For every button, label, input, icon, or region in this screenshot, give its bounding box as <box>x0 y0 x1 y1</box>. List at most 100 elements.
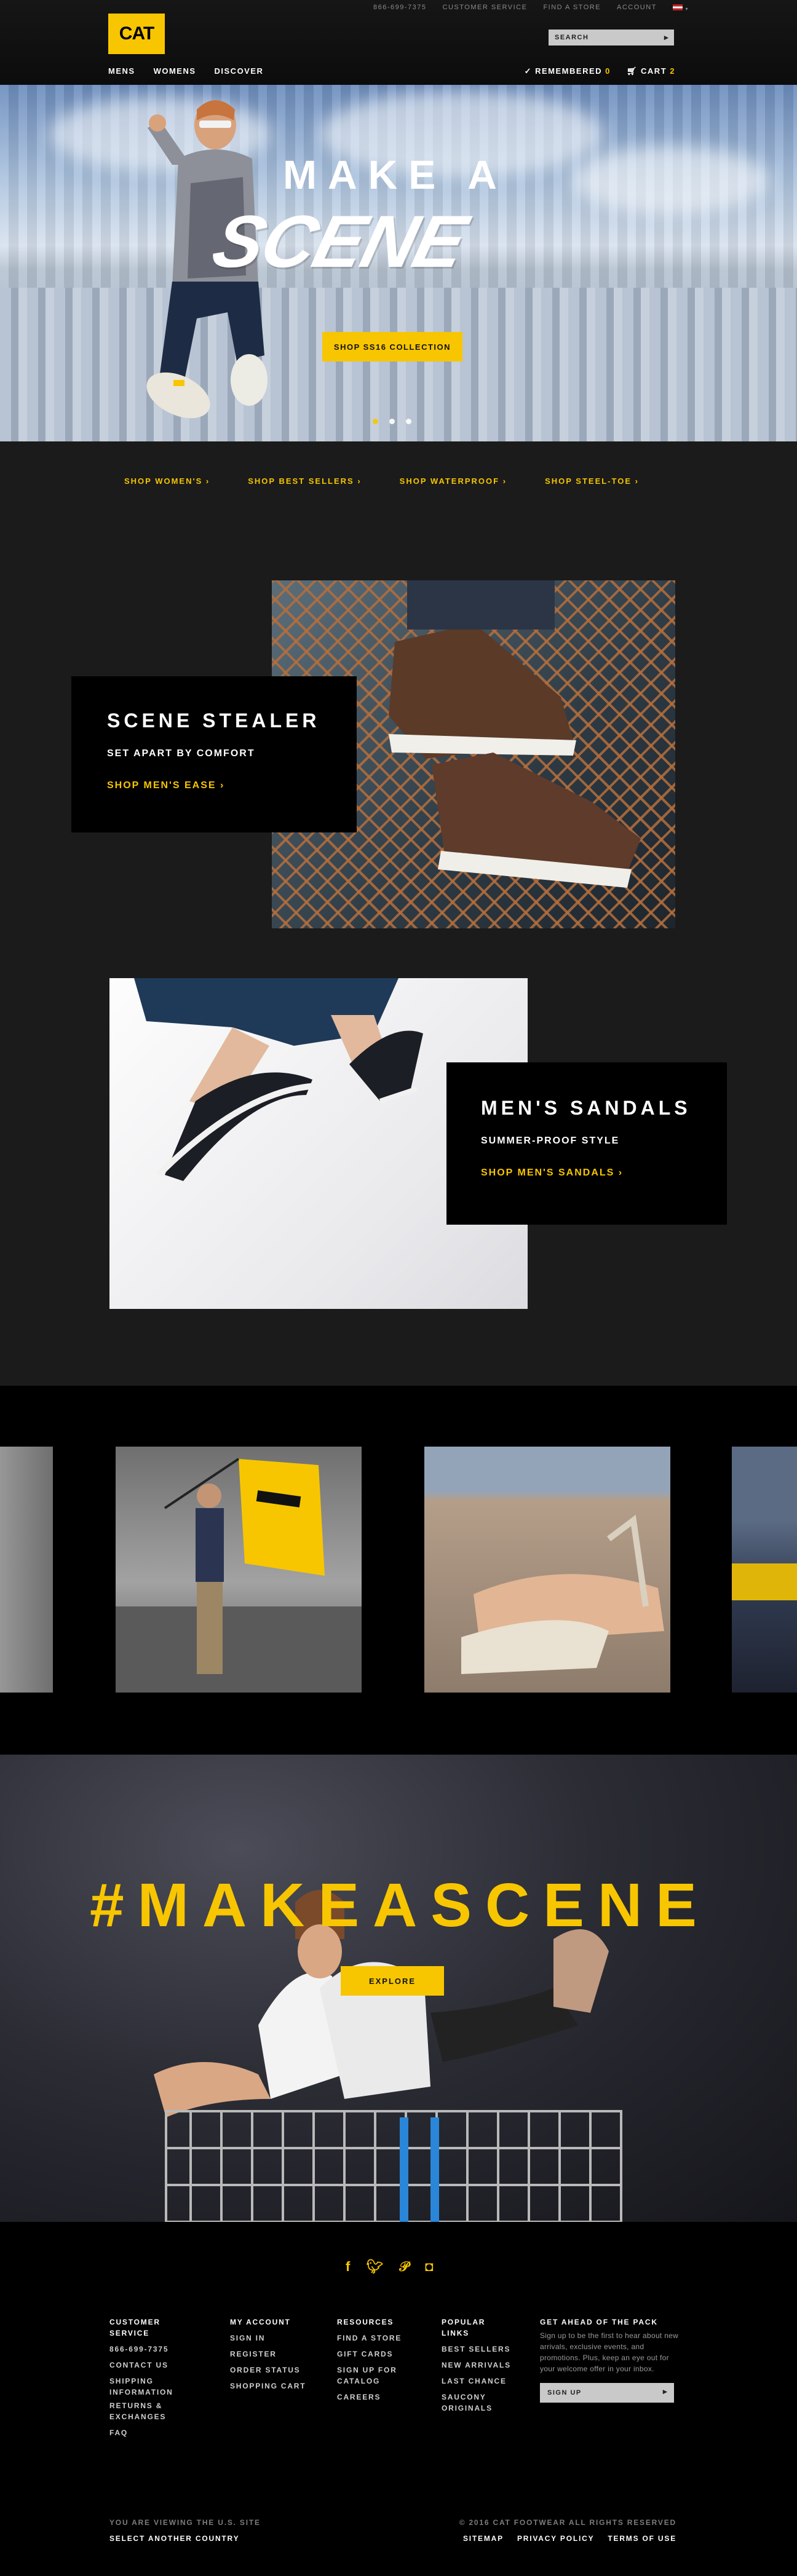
search-arrow-icon[interactable]: ▸ <box>664 33 669 42</box>
main-nav: MENS WOMENS DISCOVER <box>108 66 263 76</box>
feature-card-scene-stealer: SCENE STEALER SET APART BY COMFORT SHOP … <box>71 676 357 832</box>
footer-link[interactable]: SHIPPING INFORMATION <box>109 2376 202 2398</box>
page: CAT 866-699-7375 CUSTOMER SERVICE FIND A… <box>0 0 797 2576</box>
shop-ss16-button[interactable]: SHOP SS16 COLLECTION <box>322 332 462 362</box>
chevron-right-icon: › <box>220 780 225 791</box>
terms-of-use-link[interactable]: TERMS OF USE <box>608 2531 676 2546</box>
carousel-dot-2[interactable] <box>389 419 395 424</box>
footer-link[interactable]: SIGN UP FOR CATALOG <box>337 2365 423 2387</box>
footer-link[interactable]: SAUCONY ORIGINALS <box>442 2392 509 2414</box>
footer-link[interactable]: 866-699-7375 <box>109 2341 202 2357</box>
footer-link[interactable]: ORDER STATUS <box>230 2362 322 2378</box>
gallery-image-partial-right[interactable] <box>732 1447 797 1693</box>
feature-title: MEN'S SANDALS <box>481 1097 691 1119</box>
chevron-right-icon: › <box>635 476 639 486</box>
shop-steel-toe-label: SHOP STEEL-TOE <box>545 476 632 486</box>
chevron-right-icon: › <box>357 476 362 486</box>
check-icon: ✓ <box>524 66 532 76</box>
shop-steel-toe-link[interactable]: SHOP STEEL-TOE › <box>545 476 639 486</box>
us-flag-icon[interactable]: ▾ <box>672 4 689 12</box>
footer-col-resources: RESOURCES FIND A STORE GIFT CARDS SIGN U… <box>337 2317 423 2405</box>
account-link[interactable]: ACCOUNT <box>617 4 657 12</box>
nav-womens[interactable]: WOMENS <box>154 66 196 76</box>
user-nav: ✓ REMEMBERED 0 🛒︎ CART 2 <box>525 66 675 76</box>
select-country-link[interactable]: SELECT ANOTHER COUNTRY <box>109 2531 261 2546</box>
legal-nav: SITEMAP PRIVACY POLICY TERMS OF USE <box>459 2531 676 2546</box>
footer-link[interactable]: GIFT CARDS <box>337 2346 423 2362</box>
site-footer: f 🐦︎ 𝒫 ◘ CUSTOMER SERVICE 866-699-7375 C… <box>0 2222 797 2576</box>
pinterest-icon[interactable]: 𝒫 <box>399 2259 409 2275</box>
footer-link[interactable]: FAQ <box>109 2425 202 2441</box>
cart-link[interactable]: 🛒︎ CART 2 <box>627 66 675 76</box>
footer-signup: GET AHEAD OF THE PACK Sign up to be the … <box>540 2317 688 2403</box>
hashtag-title: #MAKEASCENE <box>90 1871 710 1940</box>
cart-label: CART <box>641 66 667 76</box>
shop-best-sellers-link[interactable]: SHOP BEST SELLERS › <box>248 476 361 486</box>
find-store-link[interactable]: FIND A STORE <box>543 4 601 12</box>
chevron-right-icon: › <box>618 1167 624 1178</box>
site-note: YOU ARE VIEWING THE U.S. SITE <box>109 2518 261 2527</box>
shop-mens-ease-link[interactable]: SHOP MEN'S EASE › <box>107 780 321 791</box>
explore-button[interactable]: EXPLORE <box>341 1966 444 1996</box>
footer-link[interactable]: REGISTER <box>230 2346 322 2362</box>
phone-link[interactable]: 866-699-7375 <box>373 4 427 12</box>
gallery-image-sandal-beach[interactable] <box>424 1447 670 1693</box>
feature-card-mens-sandals: MEN'S SANDALS SUMMER-PROOF STYLE SHOP ME… <box>446 1062 727 1225</box>
facebook-icon[interactable]: f <box>346 2259 350 2275</box>
gallery-image-partial-left[interactable] <box>0 1447 53 1693</box>
footer-link[interactable]: BEST SELLERS <box>442 2341 521 2357</box>
flag-photo-illustration <box>116 1458 362 1693</box>
cloud <box>572 146 769 214</box>
privacy-policy-link[interactable]: PRIVACY POLICY <box>517 2531 594 2546</box>
footer-col-customer-service: CUSTOMER SERVICE 866-699-7375 CONTACT US… <box>109 2317 202 2441</box>
hero-banner[interactable]: MAKE A SCENE SHOP SS16 COLLECTION <box>0 85 797 441</box>
feature-subtitle: SET APART BY COMFORT <box>107 748 255 759</box>
search-input[interactable]: SEARCH ▸ <box>549 30 674 45</box>
footer-link[interactable]: RETURNS & EXCHANGES <box>109 2400 202 2422</box>
carousel-dots <box>373 419 411 424</box>
shop-best-sellers-label: SHOP BEST SELLERS <box>248 476 354 486</box>
nav-discover[interactable]: DISCOVER <box>215 66 264 76</box>
legal-links: © 2016 CAT FOOTWEAR ALL RIGHTS RESERVED … <box>459 2515 676 2546</box>
footer-link[interactable]: NEW ARRIVALS <box>442 2357 521 2373</box>
footer-link[interactable]: CAREERS <box>337 2389 423 2405</box>
chevron-right-icon: › <box>205 476 210 486</box>
site-header: CAT 866-699-7375 CUSTOMER SERVICE FIND A… <box>0 0 797 85</box>
footer-link[interactable]: SIGN IN <box>230 2330 322 2346</box>
cat-logo[interactable]: CAT <box>108 14 165 54</box>
signup-button[interactable]: SIGN UP ▸ <box>540 2383 674 2403</box>
footer-col-title: MY ACCOUNT <box>230 2318 291 2326</box>
footer-link[interactable]: LAST CHANCE <box>442 2373 521 2389</box>
nav-mens[interactable]: MENS <box>108 66 135 76</box>
remembered-label: REMEMBERED <box>535 66 603 76</box>
footer-link[interactable]: CONTACT US <box>109 2357 202 2373</box>
shop-mens-sandals-link[interactable]: SHOP MEN'S SANDALS › <box>481 1167 692 1179</box>
sitemap-link[interactable]: SITEMAP <box>463 2531 504 2546</box>
carousel-dot-3[interactable] <box>406 419 411 424</box>
footer-link[interactable]: SHOPPING CART <box>230 2378 322 2394</box>
cart-count: 2 <box>670 66 675 76</box>
footer-col-popular-links: POPULAR LINKS BEST SELLERS NEW ARRIVALS … <box>442 2317 521 2416</box>
copyright: © 2016 CAT FOOTWEAR ALL RIGHTS RESERVED <box>459 2518 676 2527</box>
signup-text: Sign up to be the first to hear about ne… <box>540 2331 679 2373</box>
machine-shape <box>732 1563 797 1600</box>
shop-mens-ease-label: SHOP MEN'S EASE <box>107 780 216 791</box>
instagram-icon[interactable]: ◘ <box>425 2259 433 2275</box>
gallery-carousel <box>0 1386 797 1755</box>
remembered-link[interactable]: ✓ REMEMBERED 0 <box>525 66 611 76</box>
shop-womens-label: SHOP WOMEN'S <box>124 476 203 486</box>
shop-waterproof-label: SHOP WATERPROOF <box>399 476 500 486</box>
shop-womens-link[interactable]: SHOP WOMEN'S › <box>124 476 210 486</box>
carousel-dot-1[interactable] <box>373 419 378 424</box>
shop-waterproof-link[interactable]: SHOP WATERPROOF › <box>400 476 507 486</box>
gallery-image-flag[interactable] <box>116 1447 362 1693</box>
site-locale: YOU ARE VIEWING THE U.S. SITE SELECT ANO… <box>109 2515 261 2546</box>
remembered-count: 0 <box>605 66 611 76</box>
footer-col-title: CUSTOMER SERVICE <box>109 2318 161 2337</box>
twitter-icon[interactable]: 🐦︎ <box>366 2259 383 2275</box>
chevron-right-icon: › <box>502 476 507 486</box>
feature-title: SCENE STEALER <box>107 709 320 732</box>
footer-link[interactable]: FIND A STORE <box>337 2330 423 2346</box>
arrow-right-icon: ▸ <box>662 2387 668 2396</box>
customer-service-link[interactable]: CUSTOMER SERVICE <box>443 4 528 12</box>
